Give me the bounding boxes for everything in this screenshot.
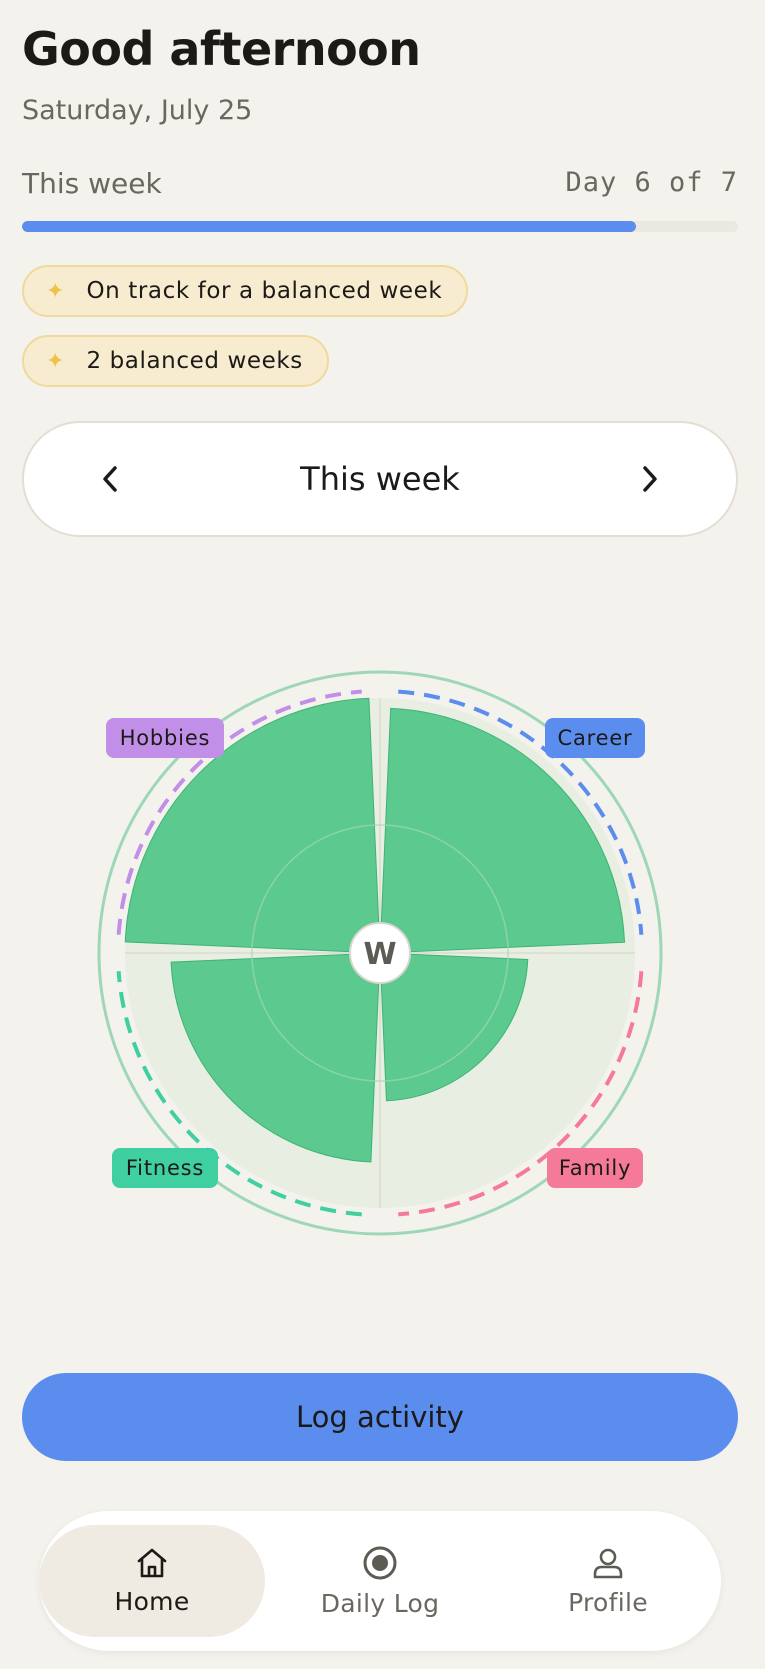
tab-profile[interactable]: Profile — [495, 1525, 721, 1637]
tab-daily-log-label: Daily Log — [320, 1588, 440, 1618]
wheel-label-fitness[interactable]: Fitness — [112, 1148, 218, 1188]
user-icon — [593, 1548, 623, 1578]
wheel-label-family[interactable]: Family — [547, 1148, 643, 1188]
tab-daily-log[interactable]: Daily Log — [267, 1525, 493, 1637]
wheel-center-label: W — [363, 937, 396, 972]
balance-wheel: W — [97, 670, 663, 1236]
tab-home-label: Home — [114, 1586, 190, 1616]
log-activity-button[interactable]: Log activity — [22, 1373, 738, 1461]
tab-profile-label: Profile — [568, 1587, 648, 1617]
home-icon — [137, 1548, 167, 1577]
record-icon — [363, 1546, 397, 1579]
wheel-label-career[interactable]: Career — [545, 718, 645, 758]
wheel-label-hobbies[interactable]: Hobbies — [106, 718, 224, 758]
tab-home[interactable]: Home — [39, 1525, 265, 1637]
bottom-tab-bar: Home Daily Log Profile — [39, 1511, 721, 1651]
